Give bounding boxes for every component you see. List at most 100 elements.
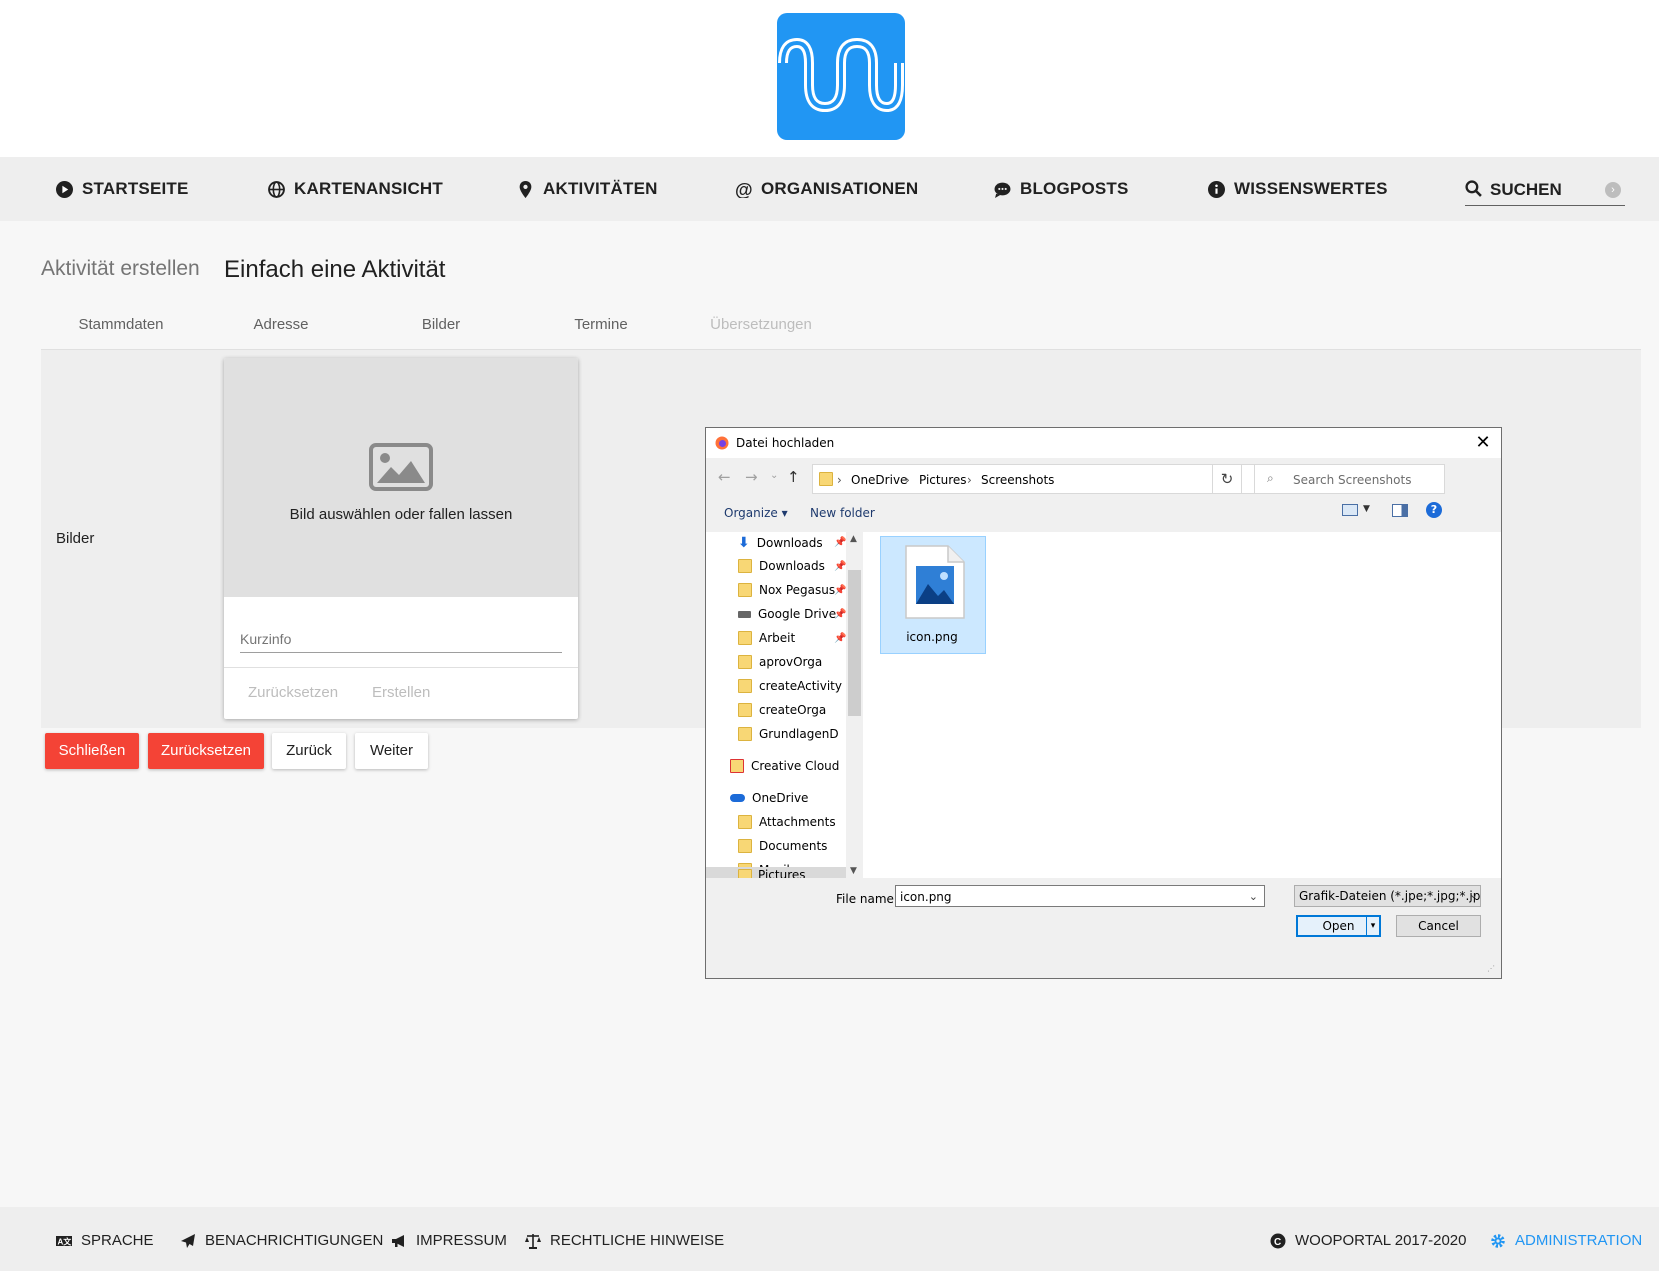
- map-marker-icon: [519, 180, 532, 198]
- file-name-input[interactable]: icon.png ⌄: [895, 885, 1265, 907]
- tree-item-attachments[interactable]: Attachments: [738, 815, 836, 829]
- footer-sprache-label: Sprache: [81, 1232, 154, 1249]
- svg-text:A文: A文: [58, 1236, 73, 1246]
- folder-icon: [738, 839, 752, 853]
- folder-icon: [738, 631, 752, 645]
- view-dropdown-icon[interactable]: ▼: [1363, 504, 1370, 514]
- tree-item-grundlagenderv[interactable]: GrundlagenDerV: [738, 727, 838, 741]
- nav-organisationen-label: Organisationen: [761, 179, 919, 198]
- file-type-dropdown-icon[interactable]: ⌄: [1469, 888, 1478, 901]
- tree-item-onedrive[interactable]: OneDrive: [730, 791, 808, 805]
- organize-label: Organize: [724, 506, 778, 520]
- tree-item-creative-cloud[interactable]: Creative Cloud Fil: [730, 759, 840, 773]
- tree-item-pictures[interactable]: Pictures: [706, 867, 846, 878]
- tree-item-google-drive[interactable]: Google Drive: [738, 607, 836, 621]
- footer-impressum[interactable]: Impressum: [391, 1232, 507, 1249]
- footer-administration[interactable]: Administration: [1490, 1232, 1642, 1249]
- wooportal-logo[interactable]: [777, 13, 905, 140]
- view-options-icon[interactable]: [1342, 504, 1358, 516]
- next-button[interactable]: Weiter: [355, 733, 428, 769]
- tree-item-label: Arbeit: [759, 631, 796, 645]
- chevron-right-icon[interactable]: ›: [1605, 182, 1621, 198]
- file-name-value: icon.png: [900, 890, 952, 904]
- tree-item-createactivity[interactable]: createActivity: [738, 679, 842, 693]
- tree-item-downloads-2[interactable]: Downloads: [738, 559, 825, 573]
- path-pictures[interactable]: Pictures: [919, 473, 967, 487]
- tree-item-arbeit[interactable]: Arbeit: [738, 631, 795, 645]
- close-icon[interactable]: ✕: [1470, 432, 1496, 454]
- nav-blogposts-label: Blogposts: [1020, 179, 1129, 198]
- organize-button[interactable]: Organize ▾: [724, 506, 788, 520]
- tab-bilder[interactable]: Bilder: [361, 306, 521, 352]
- nav-startseite[interactable]: Startseite: [56, 157, 189, 221]
- help-icon[interactable]: ?: [1426, 502, 1442, 518]
- nav-kartenansicht-label: Kartenansicht: [294, 179, 443, 198]
- file-name-dropdown-icon[interactable]: ⌄: [1249, 886, 1258, 908]
- card-divider: [224, 667, 578, 668]
- refresh-icon[interactable]: ↻: [1212, 464, 1242, 494]
- scrollbar-thumb[interactable]: [848, 570, 861, 716]
- pin-icon: 📌: [834, 585, 847, 596]
- new-folder-button[interactable]: New folder: [810, 506, 875, 520]
- path-onedrive[interactable]: OneDrive: [851, 473, 907, 487]
- file-upload-dialog: Datei hochladen ✕ ← → ⌄ ↑ › OneDrive › P…: [705, 427, 1502, 979]
- tree-item-label: aprovOrga: [759, 655, 823, 669]
- footer-rechtliche-hinweise[interactable]: Rechtliche Hinweise: [525, 1232, 724, 1249]
- at-icon: @: [735, 181, 752, 198]
- tree-item-documents[interactable]: Documents: [738, 839, 827, 853]
- tree-item-nox-pegasus[interactable]: Nox Pegasus: [738, 583, 835, 597]
- search-box[interactable]: ⌕ Search Screenshots: [1254, 464, 1445, 494]
- nav-aktivitaeten[interactable]: Aktivitäten: [517, 157, 658, 221]
- nav-search-label: Suchen: [1490, 180, 1562, 199]
- folder-icon: [738, 815, 752, 829]
- scroll-up-icon[interactable]: ▲: [850, 534, 857, 544]
- tree-item-aprovorga[interactable]: aprovOrga: [738, 655, 822, 669]
- recent-dropdown-icon[interactable]: ⌄: [770, 470, 778, 481]
- nav-wissenswertes-label: Wissenswertes: [1234, 179, 1388, 198]
- tab-stammdaten[interactable]: Stammdaten: [41, 306, 201, 350]
- tree-item-downloads-1[interactable]: ⬇ Downloads: [738, 535, 823, 551]
- tree-item-label: Creative Cloud Fil: [751, 759, 840, 773]
- tab-termine[interactable]: Termine: [521, 306, 681, 350]
- forward-arrow-icon[interactable]: →: [745, 468, 758, 486]
- comment-dots-icon: [994, 182, 1011, 198]
- search-icon: [1465, 180, 1482, 197]
- nav-wissenswertes[interactable]: Wissenswertes: [1208, 157, 1388, 221]
- image-file-icon: [905, 545, 965, 619]
- nav-blogposts[interactable]: Blogposts: [994, 157, 1129, 221]
- reset-button[interactable]: Zurücksetzen: [148, 733, 264, 769]
- paper-plane-icon: [181, 1233, 195, 1248]
- file-type-value: Grafik-Dateien (*.jpe;*.jpg;*.jpeg: [1299, 889, 1481, 903]
- cancel-button[interactable]: Cancel: [1396, 915, 1481, 937]
- pin-icon: 📌: [834, 633, 847, 644]
- language-icon: A文: [56, 1235, 73, 1246]
- file-type-select[interactable]: Grafik-Dateien (*.jpe;*.jpg;*.jpeg: [1294, 885, 1481, 907]
- up-arrow-icon[interactable]: ↑: [787, 468, 800, 486]
- nav-search[interactable]: Suchen ›: [1465, 171, 1625, 206]
- close-button[interactable]: Schließen: [45, 733, 139, 769]
- back-arrow-icon[interactable]: ←: [718, 468, 731, 486]
- tab-adresse[interactable]: Adresse: [201, 306, 361, 350]
- scroll-down-icon[interactable]: ▼: [850, 866, 857, 876]
- tree-item-label: GrundlagenDerV: [759, 727, 838, 741]
- resize-grip-icon[interactable]: ⋰: [1487, 964, 1495, 973]
- balance-scale-icon: [525, 1233, 541, 1249]
- back-button[interactable]: Zurück: [272, 733, 346, 769]
- dropzone-text: Bild auswählen oder fallen lassen: [289, 506, 513, 523]
- open-button-label: Open: [1322, 919, 1355, 933]
- open-dropdown-icon[interactable]: ▾: [1366, 917, 1379, 935]
- search-icon: ⌕: [1267, 471, 1274, 485]
- tree-item-createorga[interactable]: createOrga: [738, 703, 826, 717]
- footer-administration-label: Administration: [1515, 1232, 1643, 1249]
- path-screenshots[interactable]: Screenshots: [981, 473, 1054, 487]
- open-button[interactable]: Open ▾: [1296, 915, 1381, 937]
- image-dropzone[interactable]: [224, 358, 578, 597]
- folder-icon: [738, 727, 752, 741]
- nav-organisationen[interactable]: @ Organisationen: [735, 157, 918, 221]
- tab-uebersetzungen: Übersetzungen: [710, 316, 812, 333]
- nav-kartenansicht[interactable]: Kartenansicht: [268, 157, 443, 221]
- footer-sprache[interactable]: A文 Sprache: [56, 1232, 154, 1249]
- footer-benachrichtigungen[interactable]: Benachrichtigungen: [180, 1232, 383, 1249]
- kurzinfo-input[interactable]: Kurzinfo: [240, 628, 562, 653]
- preview-pane-icon[interactable]: [1392, 504, 1408, 517]
